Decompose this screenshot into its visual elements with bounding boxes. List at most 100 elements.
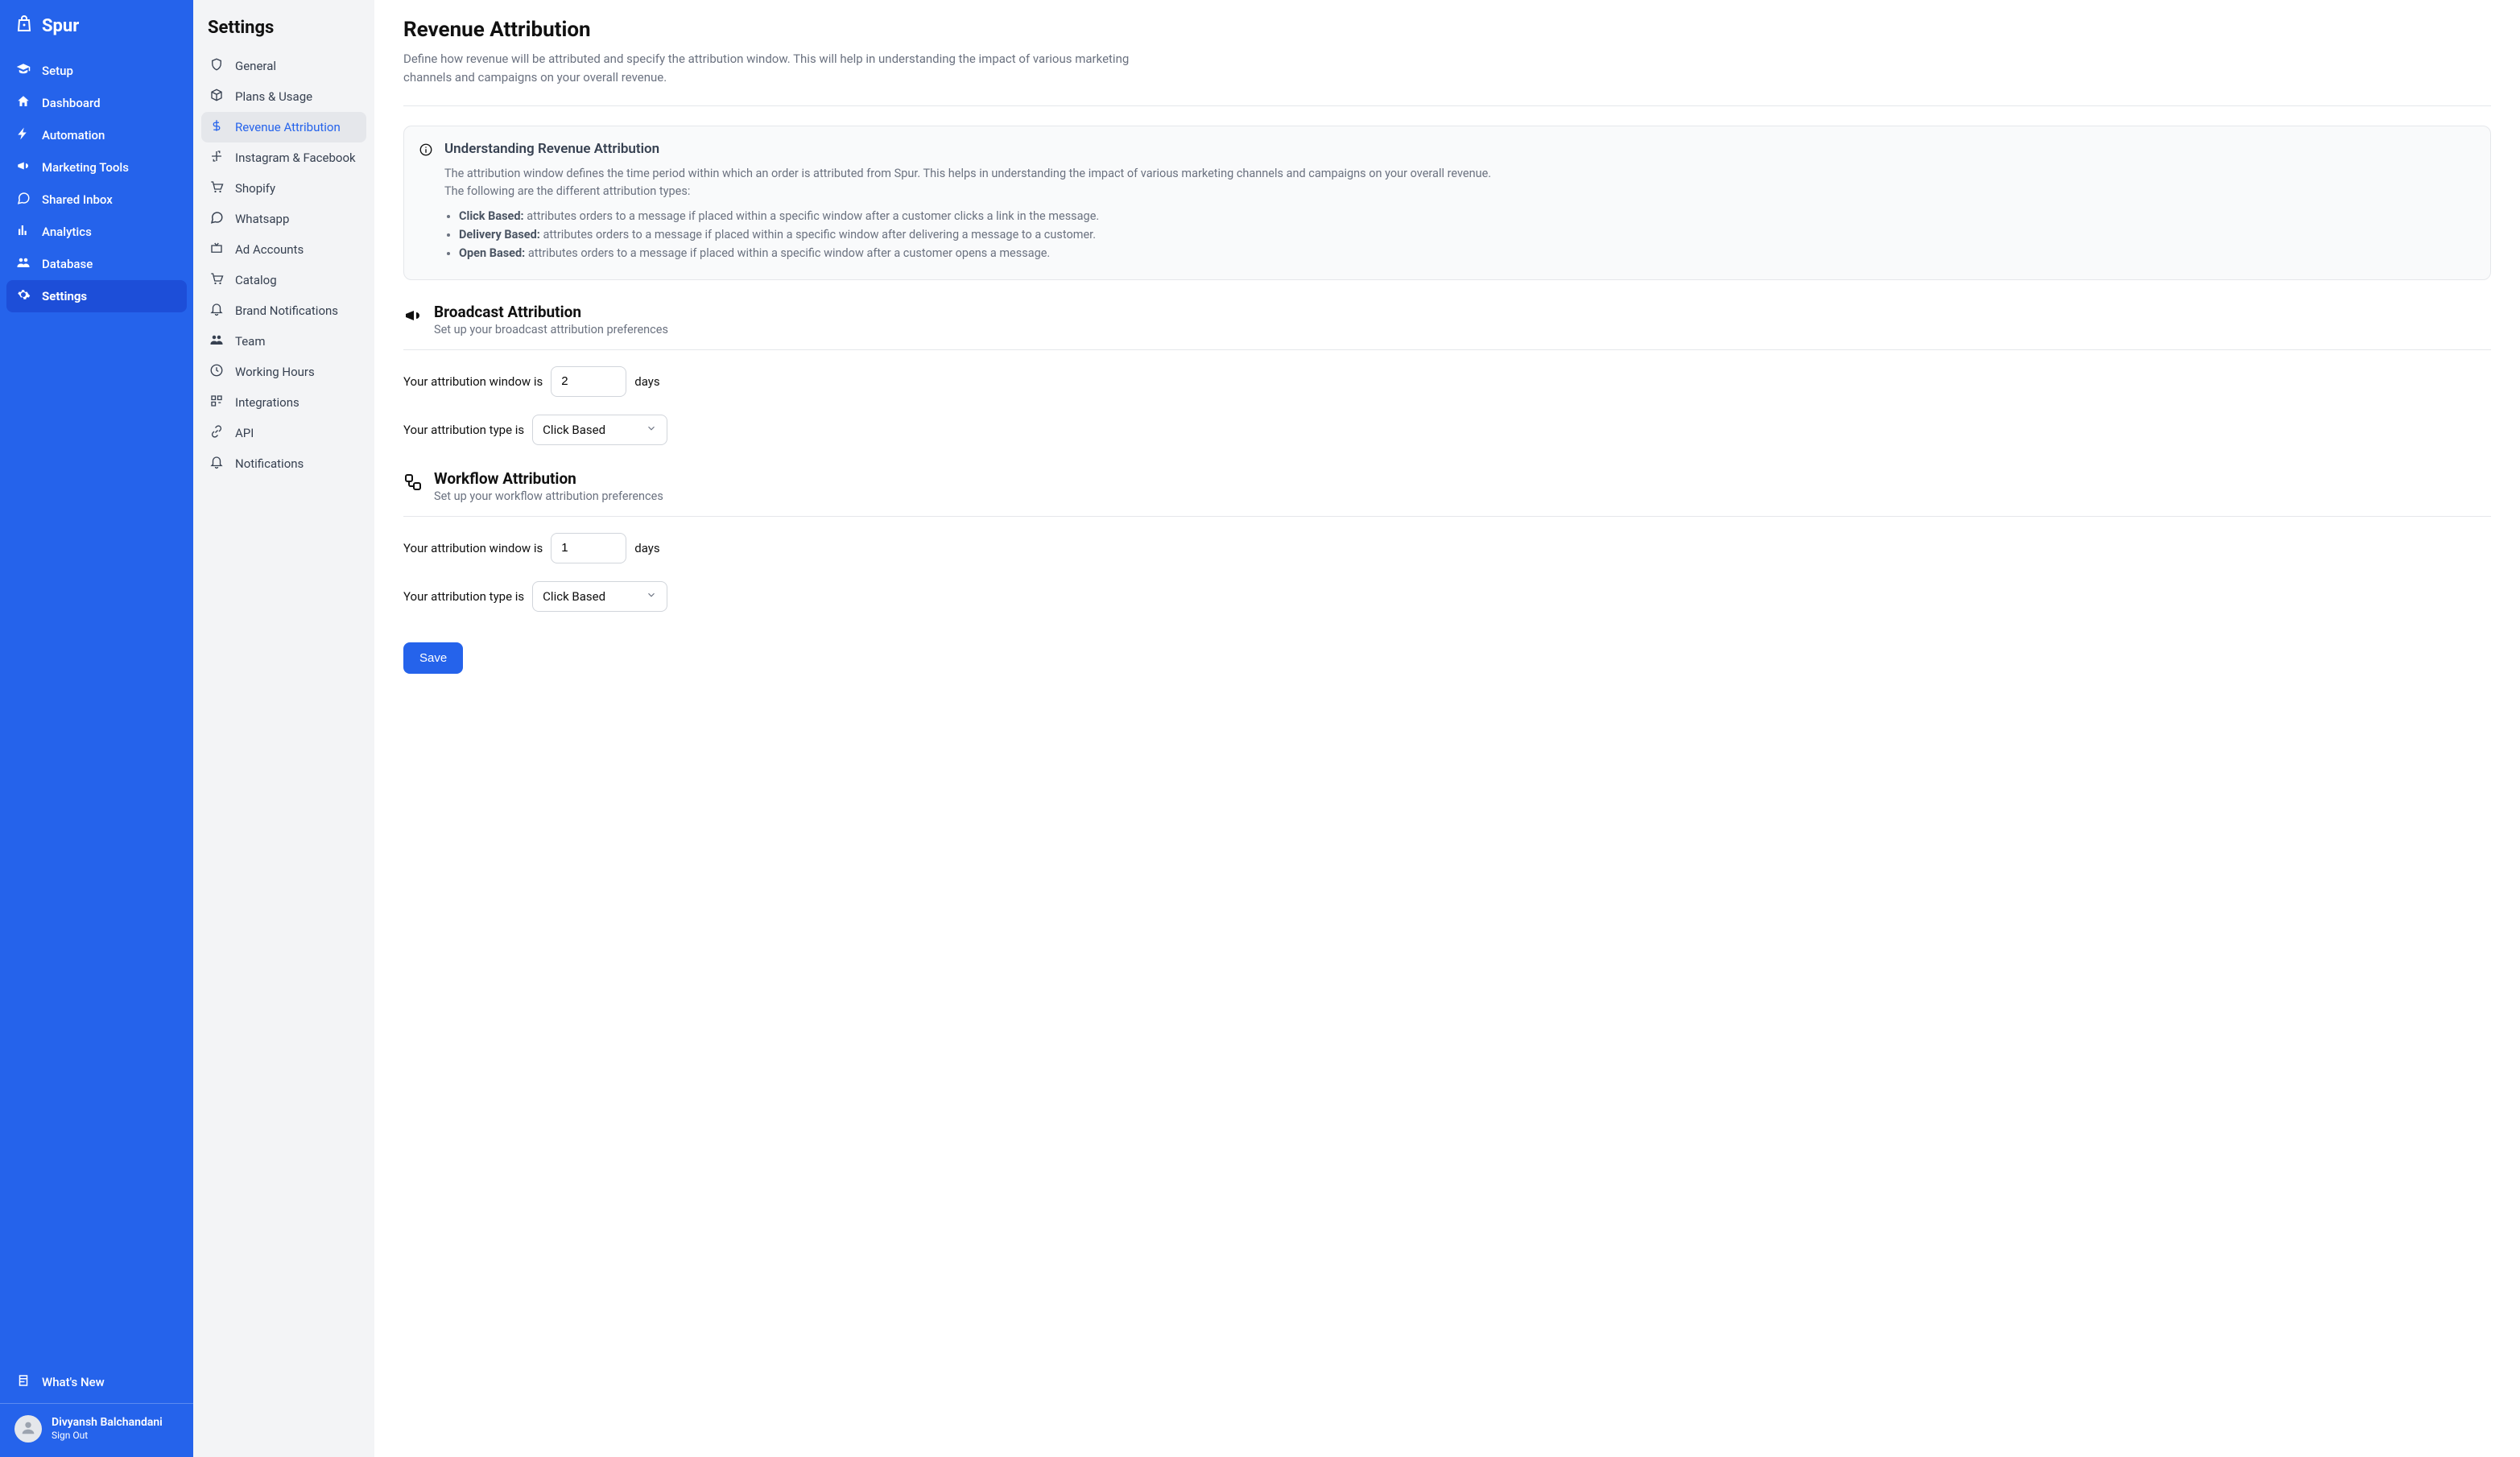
cart-icon <box>209 180 224 197</box>
megaphone-icon <box>16 159 31 176</box>
broadcast-window-input[interactable] <box>551 366 626 397</box>
sub-item-ad-accounts[interactable]: Ad Accounts <box>201 234 366 265</box>
bag-icon <box>14 14 34 37</box>
sub-item-integrations[interactable]: Integrations <box>201 387 366 418</box>
sub-item-instagram-facebook[interactable]: Instagram & Facebook <box>201 142 366 173</box>
user-row: Divyansh Balchandani Sign Out <box>6 1410 187 1451</box>
chevron-down-icon <box>646 589 657 604</box>
nav-marketing-tools[interactable]: Marketing Tools <box>6 151 187 184</box>
nav-settings[interactable]: Settings <box>6 280 187 312</box>
info-icon <box>419 142 433 160</box>
gear-icon <box>16 287 31 305</box>
sub-item-notifications[interactable]: Notifications <box>201 448 366 479</box>
workflow-section: Workflow Attribution Set up your workflo… <box>403 469 2491 612</box>
save-button[interactable]: Save <box>403 642 463 674</box>
sub-item-whatsapp[interactable]: Whatsapp <box>201 204 366 234</box>
info-desc: attributes orders to a message if placed… <box>527 209 1099 223</box>
info-body: The attribution window defines the time … <box>444 165 2474 260</box>
sub-label: Team <box>235 334 266 349</box>
whats-new-link[interactable]: What's New <box>6 1366 187 1398</box>
nav-database[interactable]: Database <box>6 248 187 280</box>
nav-automation[interactable]: Automation <box>6 119 187 151</box>
field-suffix: days <box>634 541 659 555</box>
select-value: Click Based <box>543 423 605 437</box>
workflow-window-row: Your attribution window is days <box>403 533 2491 563</box>
broadcast-section: Broadcast Attribution Set up your broadc… <box>403 303 2491 445</box>
workflow-type-select[interactable]: Click Based <box>532 581 667 612</box>
sub-item-general[interactable]: General <box>201 51 366 81</box>
nav-label: Marketing Tools <box>42 160 129 175</box>
nav-label: Database <box>42 257 93 271</box>
user-name: Divyansh Balchandani <box>52 1416 163 1430</box>
nav-label: Automation <box>42 128 105 142</box>
broadcast-type-select[interactable]: Click Based <box>532 415 667 445</box>
social-icon <box>209 149 224 167</box>
main-content: Revenue Attribution Define how revenue w… <box>374 0 2520 1457</box>
info-list-item: Open Based: attributes orders to a messa… <box>459 246 2474 260</box>
nav-label: Shared Inbox <box>42 192 113 207</box>
sub-item-working-hours[interactable]: Working Hours <box>201 357 366 387</box>
workflow-window-input[interactable] <box>551 533 626 563</box>
nav-label: Analytics <box>42 225 92 239</box>
sub-item-revenue-attribution[interactable]: Revenue Attribution <box>201 112 366 142</box>
workflow-icon <box>403 469 423 495</box>
section-head: Broadcast Attribution Set up your broadc… <box>403 303 2491 336</box>
sub-item-plans-usage[interactable]: Plans & Usage <box>201 81 366 112</box>
bars-icon <box>16 223 31 241</box>
nav-setup[interactable]: Setup <box>6 55 187 87</box>
field-suffix: days <box>634 374 659 389</box>
info-title: Understanding Revenue Attribution <box>444 141 2474 157</box>
sub-item-team[interactable]: Team <box>201 326 366 357</box>
field-label: Your attribution window is <box>403 541 543 555</box>
bell-icon <box>209 302 224 320</box>
divider <box>0 1403 193 1404</box>
nav-label: Setup <box>42 64 73 78</box>
sub-label: Whatsapp <box>235 212 289 226</box>
grad-cap-icon <box>16 62 31 80</box>
avatar[interactable] <box>14 1415 42 1443</box>
whats-new-label: What's New <box>42 1375 105 1389</box>
sub-label: Working Hours <box>235 365 315 379</box>
field-label: Your attribution type is <box>403 589 524 604</box>
sign-out-link[interactable]: Sign Out <box>52 1430 163 1441</box>
broadcast-subtitle: Set up your broadcast attribution prefer… <box>434 323 668 336</box>
bolt-icon <box>16 126 31 144</box>
info-term: Delivery Based: <box>459 228 540 241</box>
sub-label: Catalog <box>235 273 277 287</box>
sub-label: Ad Accounts <box>235 242 304 257</box>
news-icon <box>16 1373 31 1391</box>
nav-shared-inbox[interactable]: Shared Inbox <box>6 184 187 216</box>
workflow-subtitle: Set up your workflow attribution prefere… <box>434 489 663 503</box>
sub-item-brand-notifications[interactable]: Brand Notifications <box>201 295 366 326</box>
logo[interactable]: Spur <box>0 0 193 55</box>
page-description: Define how revenue will be attributed an… <box>403 50 1160 86</box>
grid-icon <box>209 394 224 411</box>
nav-label: Settings <box>42 289 87 303</box>
info-list-item: Click Based: attributes orders to a mess… <box>459 209 2474 223</box>
sub-label: API <box>235 426 254 440</box>
sub-label: Notifications <box>235 456 304 471</box>
app-name: Spur <box>42 16 79 36</box>
settings-title: Settings <box>201 18 366 51</box>
bell-icon <box>209 455 224 473</box>
info-term: Open Based: <box>459 246 525 260</box>
sub-item-api[interactable]: API <box>201 418 366 448</box>
info-desc: attributes orders to a message if placed… <box>543 228 1097 241</box>
sub-label: General <box>235 59 276 73</box>
nav-analytics[interactable]: Analytics <box>6 216 187 248</box>
shield-icon <box>209 57 224 75</box>
box-icon <box>209 88 224 105</box>
chat-icon <box>16 191 31 208</box>
field-label: Your attribution window is <box>403 374 543 389</box>
sub-item-shopify[interactable]: Shopify <box>201 173 366 204</box>
dollar-icon <box>209 118 224 136</box>
sidebar-bottom: What's New Divyansh Balchandani Sign Out <box>0 1360 193 1457</box>
people-icon <box>16 255 31 273</box>
sub-label: Integrations <box>235 395 300 410</box>
broadcast-type-row: Your attribution type is Click Based <box>403 415 2491 445</box>
divider <box>403 105 2491 106</box>
link-icon <box>209 424 224 442</box>
sub-item-catalog[interactable]: Catalog <box>201 265 366 295</box>
chat-icon <box>209 210 224 228</box>
nav-dashboard[interactable]: Dashboard <box>6 87 187 119</box>
